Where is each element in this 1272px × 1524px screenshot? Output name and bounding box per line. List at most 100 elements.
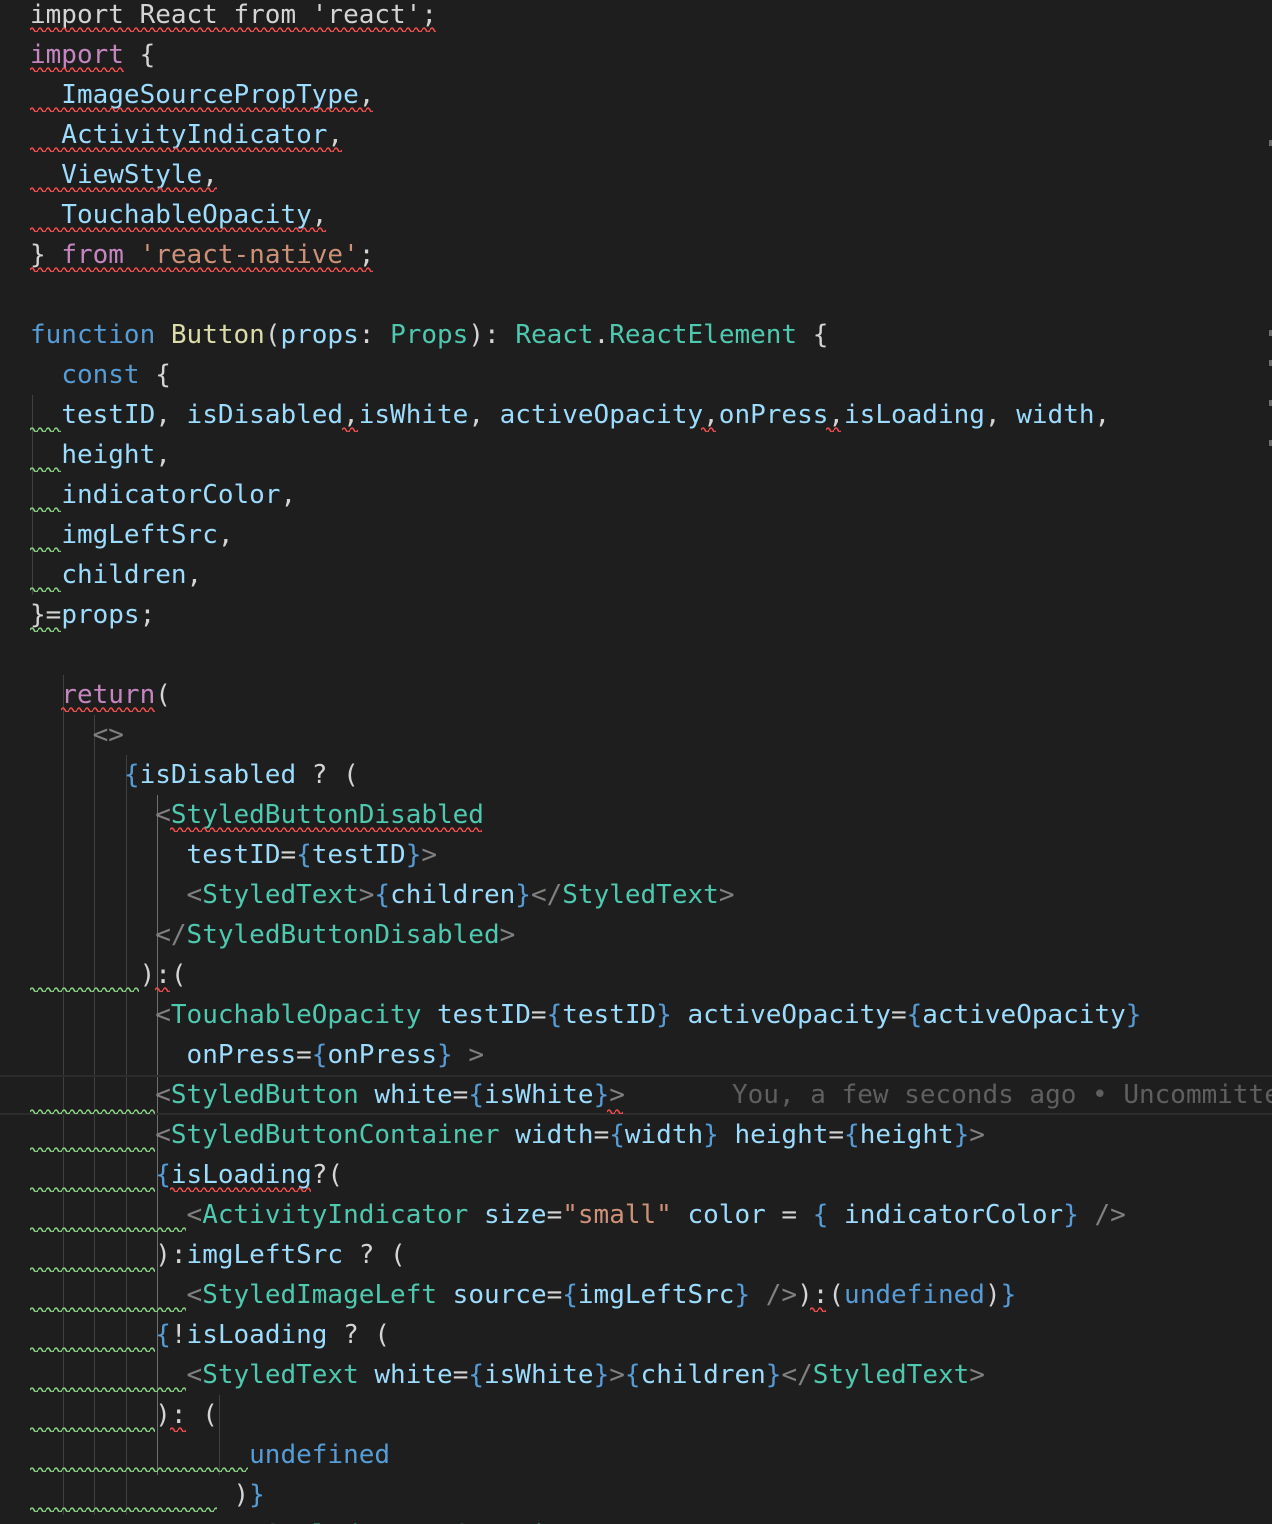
code-token: = bbox=[546, 1280, 563, 1310]
code-editor[interactable]: import React from 'react'; import { Image… bbox=[0, 0, 1272, 1524]
code-token: source bbox=[452, 1280, 547, 1310]
code-token: } bbox=[1125, 1000, 1142, 1030]
code-text: ): ( bbox=[30, 1395, 218, 1435]
code-text: imgLeftSrc, bbox=[30, 515, 233, 555]
code-line[interactable]: {isDisabled ? ( bbox=[0, 755, 1272, 795]
code-line[interactable]: onPress={onPress} > bbox=[0, 1035, 1272, 1075]
code-line[interactable]: } from 'react-native'; bbox=[0, 235, 1272, 275]
code-line[interactable]: undefined bbox=[0, 1435, 1272, 1475]
code-text: ActivityIndicator, bbox=[30, 115, 343, 155]
code-line[interactable]: const { bbox=[0, 355, 1272, 395]
code-line[interactable]: <StyledButton white={isWhite}> You, a few… bbox=[0, 1075, 1272, 1115]
code-text: testID, isDisabled,isWhite, activeOpacit… bbox=[30, 395, 1110, 435]
code-line[interactable]: TouchableOpacity, bbox=[0, 195, 1272, 235]
code-line[interactable]: <ActivityIndicator size="small" color = … bbox=[0, 1195, 1272, 1235]
code-token: > bbox=[969, 1360, 985, 1390]
code-token: < bbox=[155, 800, 171, 830]
code-token: { bbox=[906, 1000, 923, 1030]
code-line[interactable]: ):imgLeftSrc ? ( bbox=[0, 1235, 1272, 1275]
code-line[interactable]: ViewStyle, bbox=[0, 155, 1272, 195]
code-token: } bbox=[765, 1360, 782, 1390]
code-token: = bbox=[828, 1120, 845, 1150]
code-line[interactable]: children, bbox=[0, 555, 1272, 595]
code-token: ( bbox=[264, 320, 281, 350]
code-line[interactable]: <> bbox=[0, 715, 1272, 755]
code-token: , bbox=[186, 560, 203, 590]
code-line[interactable]: ActivityIndicator, bbox=[0, 115, 1272, 155]
code-token: StyledButtonContainer bbox=[170, 1120, 500, 1150]
code-line[interactable]: </StyledButtonDisabled> bbox=[0, 915, 1272, 955]
code-token: "small" bbox=[562, 1200, 672, 1230]
code-text: <TouchableOpacity testID={testID} active… bbox=[30, 995, 1141, 1035]
code-token: { bbox=[812, 1200, 829, 1230]
code-token: StyledImageLeft bbox=[202, 1280, 438, 1310]
code-line[interactable]: <StyledButtonContainer width={width} hei… bbox=[0, 1115, 1272, 1155]
code-token: StyledText bbox=[202, 880, 359, 910]
code-line[interactable]: import React from 'react'; bbox=[0, 0, 1272, 35]
code-line[interactable]: }=props; bbox=[0, 595, 1272, 635]
code-token: isLoading bbox=[844, 400, 985, 430]
code-line[interactable]: return( bbox=[0, 675, 1272, 715]
code-text: <StyledText>{children}</StyledText> bbox=[30, 875, 735, 915]
code-line[interactable]: ImageSourcePropType, bbox=[0, 75, 1272, 115]
code-line[interactable]: </StyledButtonContainer> bbox=[0, 1515, 1272, 1524]
code-token: > bbox=[609, 1080, 625, 1110]
code-token: StyledButton bbox=[170, 1080, 359, 1110]
code-line[interactable] bbox=[0, 275, 1272, 315]
code-line[interactable]: ):( bbox=[0, 955, 1272, 995]
code-token: = bbox=[296, 1040, 312, 1070]
code-token: undefined bbox=[249, 1440, 391, 1470]
code-text: )} bbox=[30, 1475, 265, 1515]
code-line[interactable]: {isLoading?( bbox=[0, 1155, 1272, 1195]
code-line[interactable]: <StyledButtonDisabled bbox=[0, 795, 1272, 835]
code-line[interactable]: <TouchableOpacity testID={testID} active… bbox=[0, 995, 1272, 1035]
code-text: onPress={onPress} > bbox=[30, 1035, 484, 1075]
code-token: </ bbox=[530, 880, 563, 910]
code-line[interactable]: testID, isDisabled,isWhite, activeOpacit… bbox=[0, 395, 1272, 435]
code-token: > bbox=[499, 920, 516, 950]
code-line[interactable]: ): ( bbox=[0, 1395, 1272, 1435]
code-line[interactable]: <StyledText white={isWhite}>{children}</… bbox=[0, 1355, 1272, 1395]
code-token: ReactElement bbox=[609, 320, 798, 350]
code-text: ):imgLeftSrc ? ( bbox=[30, 1235, 405, 1275]
code-token: undefined bbox=[844, 1280, 985, 1310]
code-token: } bbox=[249, 1480, 265, 1510]
code-line[interactable]: import { bbox=[0, 35, 1272, 75]
code-token: width bbox=[624, 1120, 704, 1150]
code-text: </StyledButtonContainer> bbox=[30, 1515, 610, 1524]
code-token: ! bbox=[170, 1320, 187, 1350]
code-line[interactable]: )} bbox=[0, 1475, 1272, 1515]
code-line[interactable]: imgLeftSrc, bbox=[0, 515, 1272, 555]
code-token: } bbox=[30, 240, 62, 270]
code-token: } bbox=[656, 1000, 672, 1030]
code-line[interactable]: function Button(props: Props): React.Rea… bbox=[0, 315, 1272, 355]
code-token: ; bbox=[358, 240, 375, 270]
code-token: } bbox=[593, 1080, 610, 1110]
code-line[interactable]: <StyledText>{children}</StyledText> bbox=[0, 875, 1272, 915]
code-token: , bbox=[311, 200, 328, 230]
code-token: } bbox=[1000, 1280, 1017, 1310]
code-token: ; bbox=[139, 600, 156, 630]
code-line[interactable]: testID={testID}> bbox=[0, 835, 1272, 875]
code-token: height bbox=[859, 1120, 954, 1150]
code-token: { bbox=[562, 1280, 578, 1310]
code-token: = bbox=[530, 1000, 547, 1030]
code-token: { bbox=[123, 40, 156, 70]
code-line[interactable]: height, bbox=[0, 435, 1272, 475]
code-token: isDisabled bbox=[186, 400, 344, 430]
code-line[interactable] bbox=[0, 635, 1272, 675]
code-token: </ bbox=[155, 920, 187, 950]
code-text: <ActivityIndicator size="small" color = … bbox=[30, 1195, 1126, 1235]
code-line[interactable]: <StyledImageLeft source={imgLeftSrc} />)… bbox=[0, 1275, 1272, 1315]
code-text: <StyledButton white={isWhite}> bbox=[30, 1077, 625, 1113]
code-line[interactable]: {!isLoading ? ( bbox=[0, 1315, 1272, 1355]
code-line[interactable]: indicatorColor, bbox=[0, 475, 1272, 515]
